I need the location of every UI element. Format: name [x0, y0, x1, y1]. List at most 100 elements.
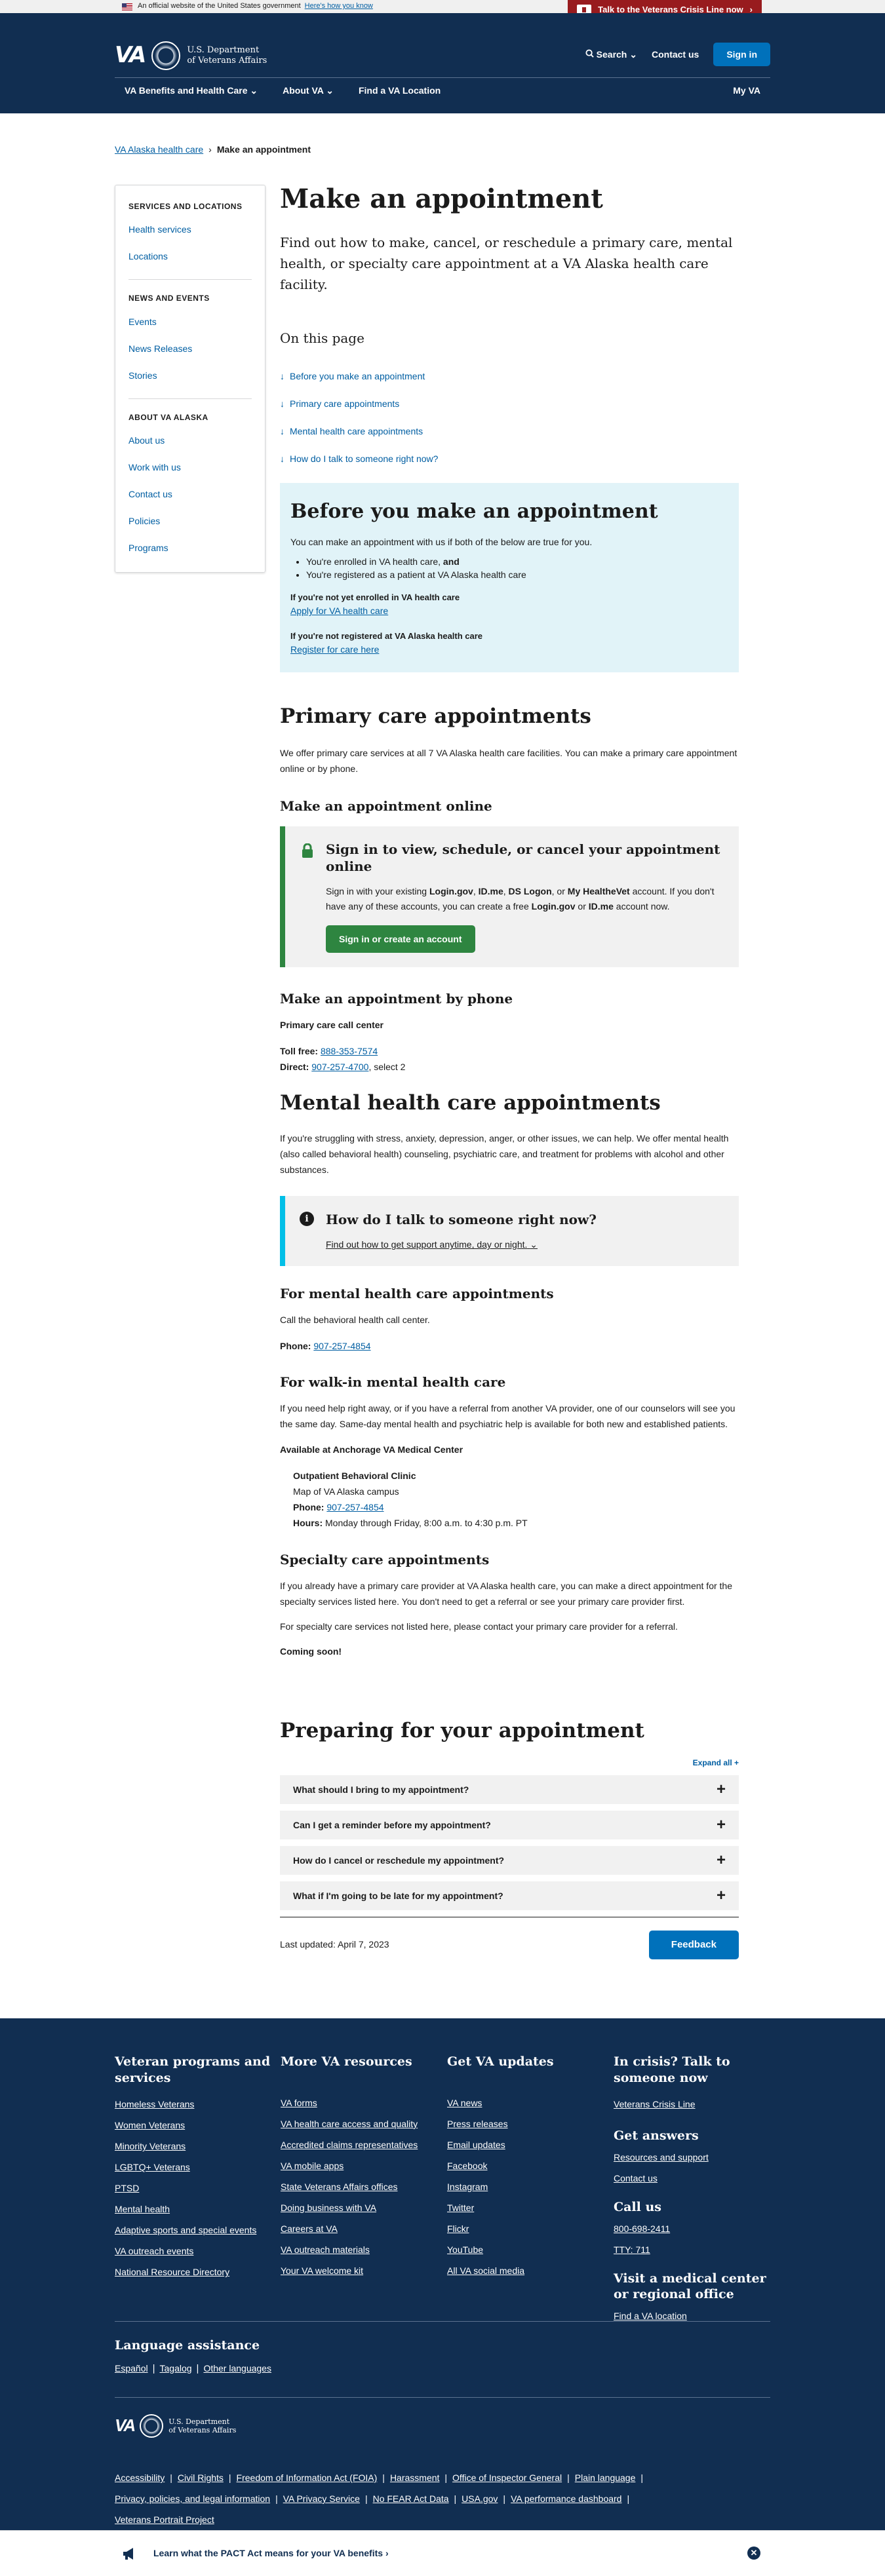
footer-col-resources: More VA resources VA forms VA health car… — [281, 2054, 438, 2285]
footer-link[interactable]: Accessibility — [115, 2472, 165, 2483]
accordion-item[interactable]: What if I'm going to be late for my appo… — [280, 1881, 739, 1911]
direct-phone-link[interactable]: 907-257-4700 — [311, 1062, 368, 1072]
footer-link[interactable]: Civil Rights — [178, 2472, 224, 2483]
footer-link[interactable]: Press releases — [447, 2117, 604, 2138]
footer-link[interactable]: LGBTQ+ Veterans — [115, 2161, 272, 2182]
footer-link[interactable]: Homeless Veterans — [115, 2098, 272, 2119]
footer-link[interactable]: VA Privacy Service — [283, 2493, 360, 2504]
footer-crisis-link[interactable]: Veterans Crisis Line — [614, 2098, 771, 2119]
footer-link[interactable]: Email updates — [447, 2138, 604, 2159]
contact-us-link[interactable]: Contact us — [652, 48, 699, 61]
footer-link[interactable]: Plain language — [575, 2472, 636, 2483]
footer-link[interactable]: YouTube — [447, 2243, 604, 2264]
nav-my-va[interactable]: My VA — [733, 84, 760, 97]
footer-link[interactable]: Resources and support — [614, 2151, 771, 2172]
sidebar-item-contact-us[interactable]: Contact us — [128, 488, 252, 514]
footer-link[interactable]: Doing business with VA — [281, 2201, 438, 2222]
sidebar-item-news-releases[interactable]: News Releases — [128, 342, 252, 369]
breadcrumb-parent[interactable]: VA Alaska health care — [115, 143, 203, 156]
footer-heading: Call us — [614, 2200, 661, 2215]
footer-link[interactable]: VA mobile apps — [281, 2159, 438, 2180]
apply-va-health-care-link[interactable]: Apply for VA health care — [290, 606, 388, 616]
footer-link[interactable]: Adaptive sports and special events — [115, 2223, 272, 2244]
sign-in-create-account-button[interactable]: Sign in or create an account — [326, 925, 475, 953]
nav-find-location[interactable]: Find a VA Location — [359, 84, 441, 97]
accordion-item[interactable]: How do I cancel or reschedule my appoint… — [280, 1846, 739, 1875]
footer-link[interactable]: VA outreach materials — [281, 2243, 438, 2264]
otp-link-talk[interactable]: ↓ How do I talk to someone right now? — [280, 445, 739, 472]
talk-now-expand-link[interactable]: Find out how to get support anytime, day… — [326, 1237, 724, 1253]
section-heading: Mental health care appointments — [280, 1091, 661, 1115]
lang-link-tagalog[interactable]: Tagalog — [160, 2363, 192, 2374]
footer-link[interactable]: Your VA welcome kit — [281, 2264, 438, 2285]
footer-link[interactable]: Mental health — [115, 2202, 272, 2223]
heres-how-you-know-link[interactable]: Here's how you know — [305, 1, 373, 12]
section-heading: Primary care appointments — [280, 704, 591, 728]
main-content: Make an appointment Find out how to make… — [280, 183, 739, 1960]
footer-link[interactable]: Privacy, policies, and legal information — [115, 2493, 270, 2504]
footer-link[interactable]: USA.gov — [462, 2493, 498, 2504]
footer-link[interactable]: Veterans Portrait Project — [115, 2514, 214, 2525]
footer-link[interactable]: State Veterans Affairs offices — [281, 2180, 438, 2201]
footer-link[interactable]: Freedom of Information Act (FOIA) — [237, 2472, 378, 2483]
va-seal-icon — [151, 41, 181, 70]
toll-free-phone-link[interactable]: 888-353-7574 — [321, 1046, 378, 1056]
accordion-item[interactable]: Can I get a reminder before my appointme… — [280, 1811, 739, 1840]
clinic-phone-link[interactable]: 907-257-4854 — [326, 1502, 384, 1512]
gov-banner-text: An official website of the United States… — [138, 2, 301, 10]
arrow-down-icon: ↓ — [280, 370, 285, 381]
footer-link[interactable]: VA performance dashboard — [511, 2493, 621, 2504]
footer-link[interactable]: Harassment — [390, 2472, 439, 2483]
chevron-right-icon: › — [208, 144, 212, 155]
nav-about-va[interactable]: About VA ⌄ — [283, 84, 334, 97]
sidebar-item-health-services[interactable]: Health services — [128, 223, 252, 250]
sidebar-item-stories[interactable]: Stories — [128, 369, 252, 396]
otp-link-before[interactable]: ↓ Before you make an appointment — [280, 362, 739, 390]
footer-link[interactable]: PTSD — [115, 2182, 272, 2202]
subheading: If you're not registered at VA Alaska he… — [290, 630, 483, 641]
search-button[interactable]: Search ⌄ — [585, 48, 637, 61]
footer-va-logo[interactable]: VA U.S. Department of Veterans Affairs — [115, 2413, 236, 2438]
footer-link[interactable]: VA outreach events — [115, 2244, 272, 2265]
footer-link[interactable]: Instagram — [447, 2180, 604, 2201]
close-icon[interactable]: ✕ — [747, 2547, 760, 2560]
otp-link-mental[interactable]: ↓ Mental health care appointments — [280, 417, 739, 445]
sign-in-button[interactable]: Sign in — [713, 43, 770, 67]
footer-link[interactable]: Careers at VA — [281, 2222, 438, 2243]
footer-link[interactable]: Women Veterans — [115, 2119, 272, 2140]
footer-link[interactable]: Minority Veterans — [115, 2140, 272, 2161]
mental-phone-line: Phone: 907-257-4854 — [280, 1340, 371, 1351]
otp-link-primary[interactable]: ↓ Primary care appointments — [280, 390, 739, 417]
feedback-button[interactable]: Feedback — [648, 1931, 739, 1960]
before-you-make-appointment: Before you make an appointment You can m… — [280, 483, 739, 672]
lang-link-espanol[interactable]: Español — [115, 2363, 148, 2374]
register-for-care-link[interactable]: Register for care here — [290, 644, 379, 655]
footer-link[interactable]: Facebook — [447, 2159, 604, 2180]
sidebar-item-work-with-us[interactable]: Work with us — [128, 461, 252, 488]
sidebar-item-locations[interactable]: Locations — [128, 250, 252, 277]
footer-link[interactable]: All VA social media — [447, 2264, 604, 2285]
sidebar-item-events[interactable]: Events — [128, 315, 252, 342]
sidebar-item-policies[interactable]: Policies — [128, 514, 252, 541]
footer-link[interactable]: National Resource Directory — [115, 2265, 272, 2286]
nav-benefits[interactable]: VA Benefits and Health Care ⌄ — [125, 84, 258, 97]
mental-phone-link[interactable]: 907-257-4854 — [313, 1341, 370, 1351]
accordion-item[interactable]: What should I bring to my appointment? + — [280, 1775, 739, 1805]
footer-link[interactable]: VA forms — [281, 2096, 438, 2117]
footer-link[interactable]: Find a VA location — [614, 2309, 771, 2330]
footer-link[interactable]: Office of Inspector General — [452, 2472, 562, 2483]
lang-link-other[interactable]: Other languages — [203, 2363, 271, 2374]
sidebar-item-programs[interactable]: Programs — [128, 541, 252, 568]
footer-link[interactable]: Flickr — [447, 2222, 604, 2243]
footer-link[interactable]: Contact us — [614, 2172, 771, 2193]
footer-link[interactable]: VA health care access and quality — [281, 2117, 438, 2138]
sidebar-item-about-us[interactable]: About us — [128, 434, 252, 461]
footer-link[interactable]: VA news — [447, 2096, 604, 2117]
footer-link[interactable]: No FEAR Act Data — [373, 2493, 449, 2504]
footer-phone-link[interactable]: 800-698-2411 — [614, 2222, 771, 2243]
footer-link[interactable]: Accredited claims representatives — [281, 2138, 438, 2159]
footer-link[interactable]: Twitter — [447, 2201, 604, 2222]
pact-act-link[interactable]: Learn what the PACT Act means for your V… — [153, 2547, 389, 2560]
expand-all-button[interactable]: Expand all + — [280, 1758, 739, 1769]
footer-tty-link[interactable]: TTY: 711 — [614, 2243, 771, 2264]
